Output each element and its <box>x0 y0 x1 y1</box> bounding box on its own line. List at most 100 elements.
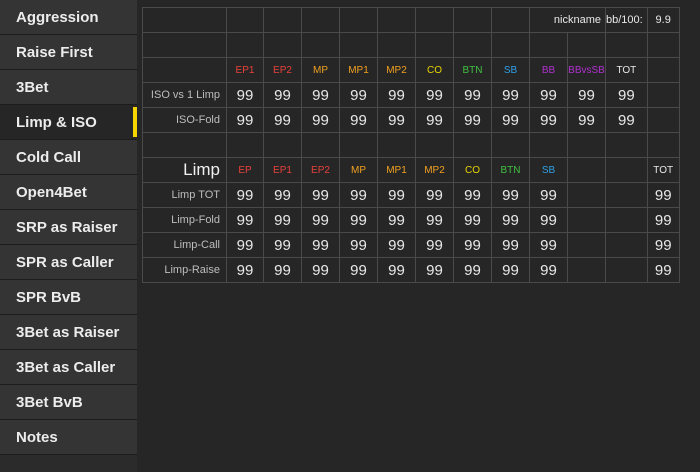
nickname-label: nickname <box>529 7 606 33</box>
empty-cell <box>646 32 680 58</box>
stat-value[interactable]: 99 <box>415 82 454 108</box>
sidebar-item-3bet-as-caller[interactable]: 3Bet as Caller <box>0 350 137 385</box>
stat-value[interactable]: 99 <box>529 107 568 133</box>
sidebar-item-spr-bvb[interactable]: SPR BvB <box>0 280 137 315</box>
stat-value[interactable]: 99 <box>646 257 680 283</box>
stat-value[interactable]: 99 <box>491 207 530 233</box>
sidebar-item-3bet-bvb[interactable]: 3Bet BvB <box>0 385 137 420</box>
stat-value[interactable]: 99 <box>226 232 264 258</box>
stat-value[interactable]: 99 <box>226 182 264 208</box>
stat-value[interactable]: 99 <box>339 82 378 108</box>
empty-cell <box>339 7 378 33</box>
stat-value[interactable]: 99 <box>377 182 416 208</box>
section-title: Limp <box>142 157 227 183</box>
stat-value[interactable]: 99 <box>226 82 264 108</box>
sidebar-item-cold-call[interactable]: Cold Call <box>0 140 137 175</box>
empty-cell <box>415 32 454 58</box>
stat-value[interactable]: 99 <box>453 207 492 233</box>
empty-cell <box>453 132 492 158</box>
stat-value[interactable]: 99 <box>263 232 302 258</box>
stat-value[interactable]: 99 <box>263 82 302 108</box>
stat-value[interactable]: 99 <box>226 257 264 283</box>
stat-value[interactable]: 99 <box>491 82 530 108</box>
stat-value[interactable]: 99 <box>263 107 302 133</box>
stat-value[interactable]: 99 <box>263 182 302 208</box>
empty-cell <box>605 182 648 208</box>
empty-cell <box>263 7 302 33</box>
stat-value[interactable]: 99 <box>605 82 648 108</box>
stat-value[interactable]: 99 <box>491 232 530 258</box>
sidebar-item-raise-first[interactable]: Raise First <box>0 35 137 70</box>
stat-value[interactable]: 99 <box>529 82 568 108</box>
stat-value[interactable]: 99 <box>339 257 378 283</box>
empty-cell <box>301 132 340 158</box>
stat-value[interactable]: 99 <box>453 182 492 208</box>
stat-value[interactable]: 99 <box>415 207 454 233</box>
stat-value[interactable]: 99 <box>301 207 340 233</box>
stat-value[interactable]: 99 <box>605 107 648 133</box>
stat-value[interactable]: 99 <box>453 232 492 258</box>
sidebar-item-srp-as-raiser[interactable]: SRP as Raiser <box>0 210 137 245</box>
sidebar-item-limp-iso[interactable]: Limp & ISO <box>0 105 137 140</box>
stat-value[interactable]: 99 <box>529 232 568 258</box>
stat-value[interactable]: 99 <box>646 182 680 208</box>
sidebar-item-3bet-as-raiser[interactable]: 3Bet as Raiser <box>0 315 137 350</box>
stat-value[interactable]: 99 <box>529 257 568 283</box>
sidebar-item-open4bet[interactable]: Open4Bet <box>0 175 137 210</box>
empty-cell <box>491 32 530 58</box>
stat-value[interactable]: 99 <box>415 107 454 133</box>
stat-value[interactable]: 99 <box>339 207 378 233</box>
column-header <box>567 157 606 183</box>
stat-value[interactable]: 99 <box>529 207 568 233</box>
stat-value[interactable]: 99 <box>567 82 606 108</box>
empty-cell <box>226 132 264 158</box>
column-header: MP <box>301 57 340 83</box>
stat-value[interactable]: 99 <box>646 207 680 233</box>
row-label: ISO vs 1 Limp <box>142 82 227 108</box>
column-header: CO <box>453 157 492 183</box>
sidebar-item-notes[interactable]: Notes <box>0 420 137 455</box>
stat-value[interactable]: 99 <box>415 257 454 283</box>
stat-value[interactable]: 99 <box>301 257 340 283</box>
stat-value[interactable]: 99 <box>646 232 680 258</box>
stat-value[interactable]: 99 <box>226 207 264 233</box>
stat-value[interactable]: 99 <box>415 182 454 208</box>
stat-value[interactable]: 99 <box>453 82 492 108</box>
empty-cell <box>377 32 416 58</box>
stat-value[interactable]: 99 <box>263 207 302 233</box>
stat-value[interactable]: 99 <box>377 257 416 283</box>
sidebar-item-3bet[interactable]: 3Bet <box>0 70 137 105</box>
stat-value[interactable]: 99 <box>301 182 340 208</box>
stat-value[interactable]: 99 <box>453 257 492 283</box>
column-header: MP1 <box>339 57 378 83</box>
stat-value[interactable]: 99 <box>339 107 378 133</box>
stat-value[interactable]: 99 <box>377 82 416 108</box>
stat-value[interactable]: 99 <box>377 207 416 233</box>
empty-cell <box>605 132 648 158</box>
stat-value[interactable]: 99 <box>301 107 340 133</box>
sidebar-item-aggression[interactable]: Aggression <box>0 0 137 35</box>
stat-value[interactable]: 99 <box>339 182 378 208</box>
stat-value[interactable]: 99 <box>301 232 340 258</box>
stat-value[interactable]: 99 <box>263 257 302 283</box>
stat-value[interactable]: 99 <box>453 107 492 133</box>
column-header: EP1 <box>263 157 302 183</box>
stat-value[interactable]: 99 <box>491 107 530 133</box>
empty-cell <box>646 107 680 133</box>
stat-value[interactable]: 99 <box>377 107 416 133</box>
stat-value[interactable]: 99 <box>226 107 264 133</box>
stat-value[interactable]: 99 <box>567 107 606 133</box>
stat-value[interactable]: 99 <box>415 232 454 258</box>
stat-value[interactable]: 99 <box>491 257 530 283</box>
empty-cell <box>415 132 454 158</box>
empty-cell <box>339 32 378 58</box>
header-row: nickname bb/100: 9.9 <box>142 7 680 33</box>
stats-table: nickname bb/100: 9.9 EP1 EP2 MP MP1 MP2 CO BTN SB B… <box>142 7 680 283</box>
stat-value[interactable]: 99 <box>377 232 416 258</box>
sidebar-item-spr-as-caller[interactable]: SPR as Caller <box>0 245 137 280</box>
stat-value[interactable]: 99 <box>491 182 530 208</box>
stat-value[interactable]: 99 <box>339 232 378 258</box>
stat-value[interactable]: 99 <box>529 182 568 208</box>
stat-value[interactable]: 99 <box>301 82 340 108</box>
column-header: BBvsSB <box>567 57 606 83</box>
